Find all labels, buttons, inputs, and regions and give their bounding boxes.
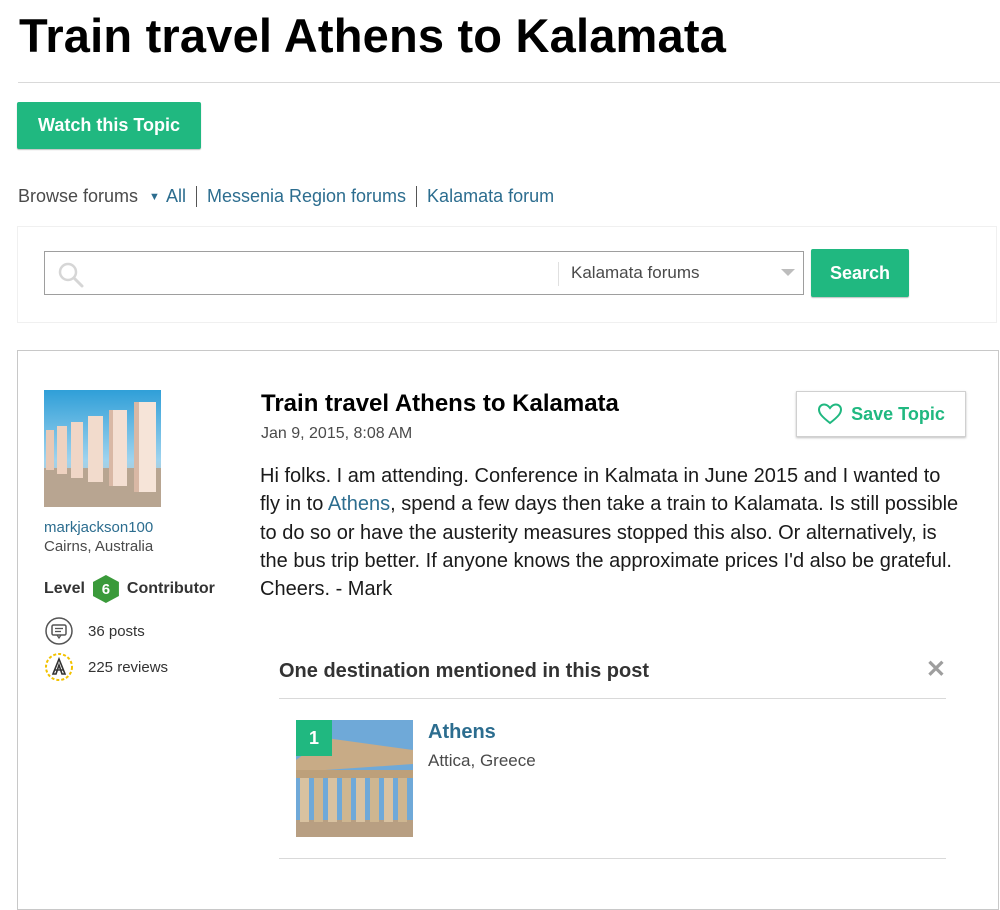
avatar[interactable] xyxy=(44,390,161,507)
destinations-divider xyxy=(279,858,946,859)
destinations-heading: One destination mentioned in this post xyxy=(279,660,650,682)
author-reviews[interactable]: 225 reviews xyxy=(44,652,168,682)
page-title: Train travel Athens to Kalamata xyxy=(19,9,727,62)
author-username[interactable]: markjackson100 xyxy=(44,519,153,536)
breadcrumb-separator xyxy=(416,186,418,207)
breadcrumb-kalamata-link[interactable]: Kalamata forum xyxy=(427,186,554,207)
speech-bubble-icon xyxy=(45,617,73,645)
destinations-divider xyxy=(279,698,946,699)
level-badge: 6 xyxy=(92,575,119,603)
destination-region: Attica, Greece xyxy=(428,751,536,770)
search-box: Kalamata forums xyxy=(44,251,804,295)
destination-name-link[interactable]: Athens xyxy=(428,721,496,744)
destination-thumbnail[interactable]: 1 xyxy=(296,720,413,837)
save-topic-button[interactable]: Save Topic xyxy=(796,391,966,437)
heart-icon xyxy=(818,403,843,425)
save-topic-label: Save Topic xyxy=(851,403,945,424)
level-title: Contributor xyxy=(126,580,215,597)
author-level: Level 6 Contributor xyxy=(44,575,215,603)
watch-topic-button[interactable]: Watch this Topic xyxy=(17,102,201,149)
search-scope-select[interactable]: Kalamata forums xyxy=(571,263,700,283)
destination-rank-badge: 1 xyxy=(296,720,332,756)
search-icon xyxy=(58,262,84,288)
search-input[interactable] xyxy=(91,258,555,290)
reviewer-badge-icon xyxy=(45,653,73,681)
scope-divider xyxy=(558,262,559,286)
breadcrumb-all-link[interactable]: All xyxy=(166,186,186,207)
author-location: Cairns, Australia xyxy=(44,538,154,555)
browse-forums-label: Browse forums xyxy=(18,186,139,206)
breadcrumb-separator xyxy=(195,186,197,207)
title-divider xyxy=(18,82,1000,83)
athens-link[interactable]: Athens xyxy=(328,493,390,515)
breadcrumb: Browse forums ▼ All Messenia Region foru… xyxy=(18,186,554,207)
breadcrumb-messenia-link[interactable]: Messenia Region forums xyxy=(207,186,406,207)
avatar-image xyxy=(44,390,161,507)
chevron-down-icon[interactable]: ▼ xyxy=(149,191,160,203)
posts-count: 36 posts xyxy=(88,622,145,640)
reviews-count: 225 reviews xyxy=(88,658,169,676)
close-icon[interactable]: ✕ xyxy=(926,655,946,684)
level-label: Level xyxy=(44,580,85,597)
chevron-down-icon[interactable] xyxy=(781,269,795,276)
search-button[interactable]: Search xyxy=(811,249,909,297)
author-posts[interactable]: 36 posts xyxy=(44,617,145,645)
post-title: Train travel Athens to Kalamata xyxy=(261,390,619,417)
post-body: Hi folks. I am attending. Conference in … xyxy=(260,462,965,603)
post-date: Jan 9, 2015, 8:08 AM xyxy=(261,425,413,442)
